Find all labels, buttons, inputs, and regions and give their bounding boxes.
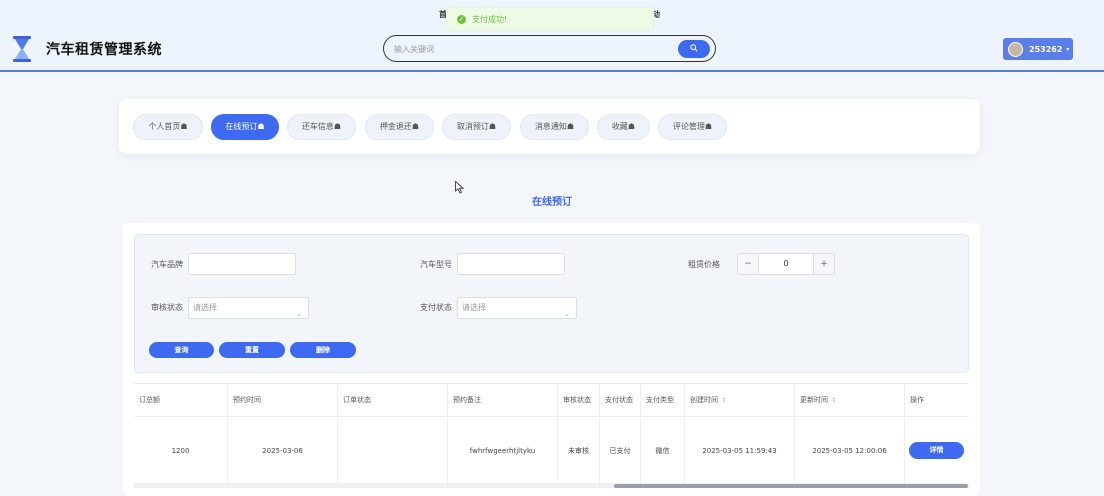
check-circle-icon: ✓ xyxy=(457,14,466,24)
tab-icon: ☗ xyxy=(488,122,497,131)
sort-icon: ⇕ xyxy=(831,397,837,404)
query-button[interactable]: 查询 xyxy=(149,342,214,358)
search-input[interactable] xyxy=(394,42,664,56)
car-brand-label: 汽车品牌 xyxy=(151,260,183,269)
detail-button[interactable]: 详情 xyxy=(909,442,964,459)
column-header-sortable[interactable]: 创建时间 ⇕ xyxy=(685,384,795,417)
column-header: 支付状态 xyxy=(600,384,641,417)
tab-comments[interactable]: 评论管理☗ xyxy=(658,114,727,140)
table-cell-review-status: 未审核 xyxy=(558,418,600,484)
table-cell-order-status xyxy=(338,418,448,484)
tab-label: 收藏 xyxy=(611,122,628,131)
car-brand-input[interactable] xyxy=(188,253,296,275)
table-cell-remark: fwhrfwgeerhtjltyku xyxy=(448,418,558,484)
column-header: 支付类型 xyxy=(641,384,685,417)
column-header: 预约备注 xyxy=(448,384,558,417)
column-header: 订总额 xyxy=(134,384,228,417)
user-menu-button[interactable]: 253262 ▾ xyxy=(1003,38,1073,60)
tab-label: 在线预订 xyxy=(225,122,258,131)
mouse-cursor-icon xyxy=(455,181,464,194)
toast-message: 支付成功! xyxy=(472,14,508,24)
tab-personal-home[interactable]: 个人首页☗ xyxy=(133,114,203,140)
table-cell-pay-status: 已支付 xyxy=(600,418,641,484)
pay-status-select[interactable]: 请选择 ⌄ xyxy=(457,297,577,319)
select-placeholder: 请选择 xyxy=(193,303,217,312)
price-stepper: − 0 + xyxy=(737,253,835,275)
tab-icon: ☗ xyxy=(566,122,575,131)
user-name: 253262 xyxy=(1029,44,1063,54)
delete-button[interactable]: 删除 xyxy=(290,342,356,358)
table-cell-amount: 1200 xyxy=(134,418,228,484)
search-button[interactable] xyxy=(678,40,710,58)
search-box xyxy=(383,35,716,62)
nav-tabs-card: 个人首页☗ 在线预订☗ 还车信息☗ 押金退还☗ 取消预订☗ 消息通知☗ 收藏☗ … xyxy=(119,99,980,154)
tab-cancel-booking[interactable]: 取消预订☗ xyxy=(442,114,511,140)
tab-notifications[interactable]: 消息通知☗ xyxy=(520,114,589,140)
avatar xyxy=(1008,41,1023,57)
column-header-label: 创建时间 xyxy=(690,396,718,404)
column-header: 预约时间 xyxy=(228,384,338,417)
column-header-sortable[interactable]: 更新时间 ⇕ xyxy=(795,384,905,417)
orders-table: 订总额 预约时间 订单状态 预约备注 审核状态 支付状态 支付类型 创建时间 ⇕ … xyxy=(134,383,969,489)
tab-online-booking[interactable]: 在线预订☗ xyxy=(211,114,279,140)
table-cell-created: 2025-03-05 11:59:43 xyxy=(685,418,795,484)
tab-return-info[interactable]: 还车信息☗ xyxy=(287,114,356,140)
chevron-down-icon: ⌄ xyxy=(296,310,302,318)
tab-label: 押金退还 xyxy=(379,122,412,131)
column-header: 订单状态 xyxy=(338,384,448,417)
pay-status-label: 支付状态 xyxy=(420,303,452,312)
tab-deposit-refund[interactable]: 押金退还☗ xyxy=(365,114,434,140)
increment-button[interactable]: + xyxy=(813,254,834,274)
decrement-button[interactable]: − xyxy=(738,254,759,274)
tab-icon: ☗ xyxy=(333,122,342,131)
reset-button[interactable]: 重置 xyxy=(219,342,285,358)
chevron-down-icon: ▾ xyxy=(1066,45,1070,53)
column-header-label: 更新时间 xyxy=(800,396,828,404)
price-label: 租赁价格 xyxy=(688,260,720,269)
tab-label: 评论管理 xyxy=(672,122,705,131)
tab-label: 取消预订 xyxy=(456,122,489,131)
sort-icon: ⇕ xyxy=(721,397,727,404)
tab-icon: ☗ xyxy=(180,122,188,131)
column-header: 操作 xyxy=(905,384,969,417)
search-icon xyxy=(690,44,698,52)
table-cell-updated: 2025-03-05 12:00:06 xyxy=(795,418,905,484)
hourglass-logo-icon xyxy=(13,36,31,62)
chevron-down-icon: ⌄ xyxy=(564,310,570,318)
select-placeholder: 请选择 xyxy=(462,303,486,312)
tab-icon: ☗ xyxy=(704,122,713,131)
tab-label: 消息通知 xyxy=(534,122,567,131)
tab-icon: ☗ xyxy=(411,122,420,131)
horizontal-scrollbar-thumb[interactable] xyxy=(614,484,968,488)
car-model-label: 汽车型号 xyxy=(420,260,452,269)
tab-label: 个人首页 xyxy=(148,122,181,131)
app-title: 汽车租赁管理系统 xyxy=(46,42,162,58)
review-status-label: 审核状态 xyxy=(151,303,183,312)
tab-label: 还车信息 xyxy=(301,122,334,131)
table-cell-booking-date: 2025-03-06 xyxy=(228,418,338,484)
column-header: 审核状态 xyxy=(558,384,600,417)
table-cell-pay-type: 微信 xyxy=(641,418,685,484)
tab-favorites[interactable]: 收藏☗ xyxy=(597,114,650,140)
tab-icon: ☗ xyxy=(257,122,265,131)
car-model-input[interactable] xyxy=(457,253,565,275)
tab-icon: ☗ xyxy=(627,122,636,131)
success-toast: ✓ 支付成功! xyxy=(446,7,654,31)
page-title: 在线预订 xyxy=(532,197,572,208)
top-header: 汽车租赁管理系统 首 动 ✓ 支付成功! 253262 ▾ xyxy=(0,0,1104,72)
review-status-select[interactable]: 请选择 ⌄ xyxy=(188,297,309,319)
price-value[interactable]: 0 xyxy=(759,254,813,274)
